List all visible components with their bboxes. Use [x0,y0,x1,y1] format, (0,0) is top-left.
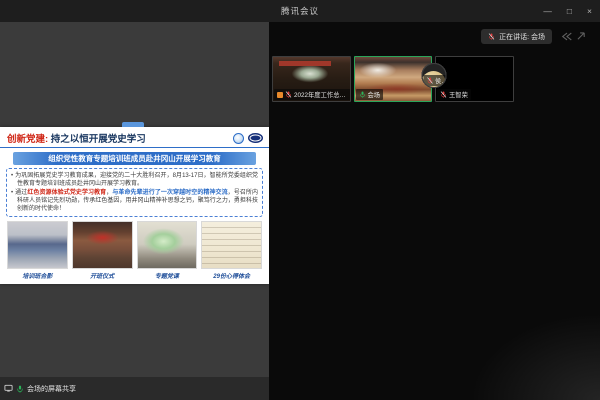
slide-tab-decoration [122,122,144,127]
photo-caption: 专题党课 [155,271,179,280]
lecture-photo-image [137,221,198,269]
participant-label: 2022年度工作总结暨决算大... [274,89,351,100]
tencent-meeting-window: 腾讯会议 — □ × 创新党建: 持之以恒开展党史学习 组织党性教育专题培训班成… [0,0,600,400]
share-badge-icon [277,92,283,98]
layout-arrows [561,32,586,41]
participant-name: 会场 [368,90,381,99]
mic-muted-icon [285,91,292,98]
speaking-indicator: 正在讲话: 会场 [481,29,552,44]
mic-muted-icon [440,91,447,98]
slide-photo-item: 培训班合影 [7,221,68,280]
mic-muted-icon [426,77,433,84]
participant-grid-area: 正在讲话: 会场 2022年度工作总结暨决算大...会场FireSnake王智荣… [269,22,600,400]
slide-photo-row: 培训班合影 开班仪式 专题党课 29份心得体会 [0,219,269,280]
participant-grid: 2022年度工作总结暨决算大...会场FireSnake王智荣李霞贾会强周之明游… [272,56,595,102]
photo-caption: 29份心得体会 [213,271,250,280]
double-back-arrow-icon[interactable] [561,32,573,41]
mic-on-icon [16,385,24,393]
window-title: 腾讯会议 [281,5,319,17]
globe-logo-icon [233,133,244,144]
slide-banner: 组织党性教育专题培训班成员赴井冈山开展学习教育 [13,152,256,165]
photo-caption: 开班仪式 [90,271,114,280]
participant-label: 王智荣 [437,89,471,100]
screen-share-label: 会场的屏幕共享 [27,384,76,394]
oval-logo-icon [248,133,263,143]
participant-name: 2022年度工作总结暨决算大... [294,90,350,99]
group-photo-image [7,221,68,269]
participant-name: 王智荣 [449,90,468,99]
participant-tile[interactable]: 侯欢 [421,63,446,88]
slide-bullet: 为巩固拓展党史学习教育成果，迎接党的二十大胜利召开，8月13-17日，智能所党委… [11,172,258,188]
document-photo-image [201,221,262,269]
slide-photo-item: 29份心得体会 [201,221,262,280]
slide-header: 创新党建: 持之以恒开展党史学习 [0,127,269,148]
window-controls: — □ × [543,0,592,22]
screen-share-statusbar: 会场的屏幕共享 [0,377,269,400]
minimize-button[interactable]: — [543,0,552,22]
speaking-label: 正在讲话: 会场 [499,32,545,42]
photo-caption: 培训班合影 [22,271,52,280]
slide-bullet-box: 为巩固拓展党史学习教育成果，迎接党的二十大胜利召开，8月13-17日，智能所党委… [6,168,263,217]
return-arrow-icon[interactable] [577,32,586,41]
monitor-icon [4,384,13,393]
participant-label: 侯欢 [423,75,446,86]
presentation-slide: 创新党建: 持之以恒开展党史学习 组织党性教育专题培训班成员赴井冈山开展学习教育… [0,127,269,284]
slide-header-prefix: 创新党建: [7,131,48,145]
slide-bullet: 通过红色资源体验式党史学习教育，与革命先辈进行了一次穿越时空的精神交流，号召所内… [11,189,258,213]
ceremony-photo-image [72,221,133,269]
mic-muted-icon [488,33,495,40]
participant-tile[interactable]: 2022年度工作总结暨决算大... [272,56,351,102]
title-bar: 腾讯会议 — □ × [0,0,600,22]
speaking-indicator-row: 正在讲话: 会场 [481,29,586,44]
maximize-button[interactable]: □ [567,0,572,22]
slide-header-title: 持之以恒开展党史学习 [48,131,146,145]
slide-photo-item: 专题党课 [137,221,198,280]
close-button[interactable]: × [587,0,592,22]
shared-screen-area: 创新党建: 持之以恒开展党史学习 组织党性教育专题培训班成员赴井冈山开展学习教育… [0,22,269,400]
participant-label: 会场 [356,89,384,100]
participant-tile[interactable]: 会场 [354,56,433,102]
participant-name: 侯欢 [435,76,445,85]
mic-on-icon [359,91,366,98]
slide-photo-item: 开班仪式 [72,221,133,280]
participant-tile[interactable]: 王智荣 [435,56,514,102]
slide-logos [233,133,263,144]
